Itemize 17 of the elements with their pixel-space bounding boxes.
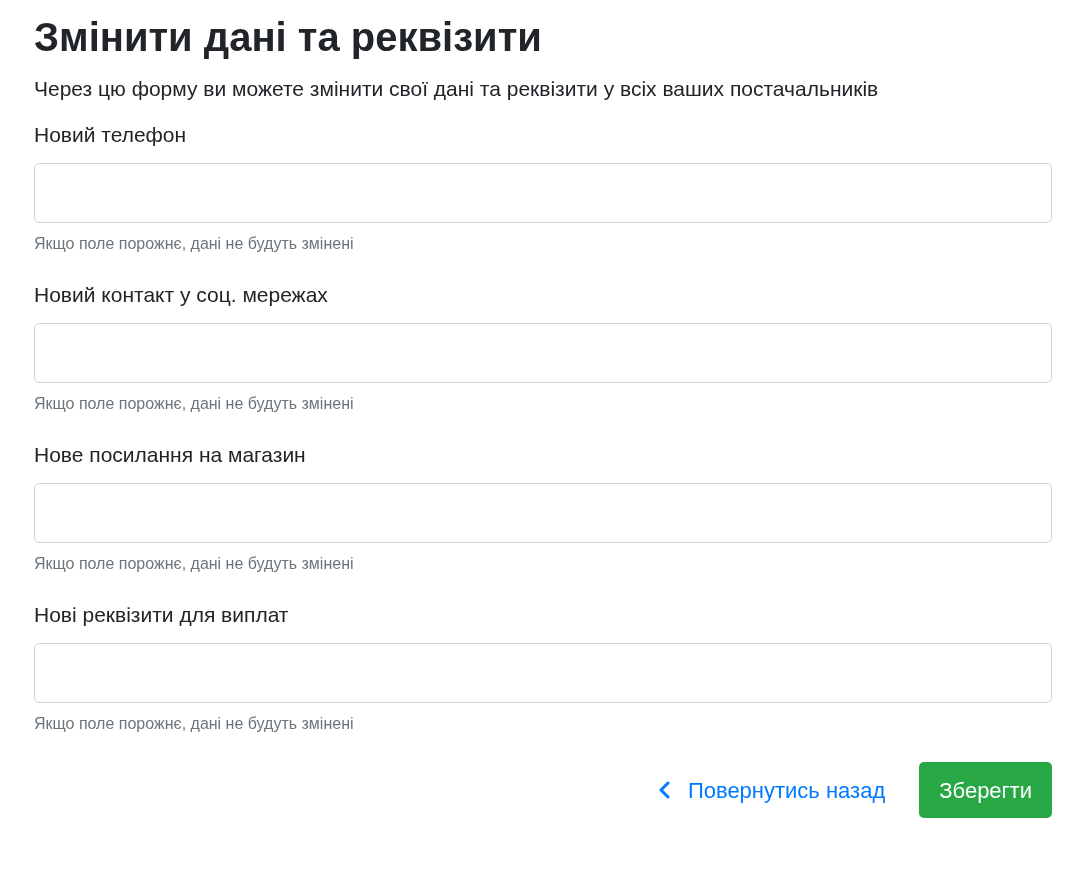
field-label: Новий контакт у соц. мережах [34,282,328,308]
field-label: Новий телефон [34,122,187,148]
input-field[interactable] [34,643,1052,703]
page-title: Змінити дані та реквізити [34,14,542,61]
back-link[interactable]: Повернутись назад [657,773,886,807]
field-hint: Якщо поле порожнє, дані не будуть змінені [34,554,354,574]
save-button[interactable]: Зберегти [919,762,1052,818]
field-hint: Якщо поле порожнє, дані не будуть змінені [34,394,354,414]
input-field[interactable] [34,163,1052,223]
field-hint: Якщо поле порожнє, дані не будуть змінені [34,714,354,734]
page-description: Через цю форму ви можете змінити свої дані та реквізити у всіх ваших постачальників [34,76,879,102]
field-hint: Якщо поле порожнє, дані не будуть змінені [34,234,354,254]
field-label: Нове посилання на магазин [34,442,306,468]
input-field[interactable] [34,483,1052,543]
chevron-left-icon [657,781,670,799]
field-label: Нові реквізити для виплат [34,602,289,628]
input-field[interactable] [34,323,1052,383]
